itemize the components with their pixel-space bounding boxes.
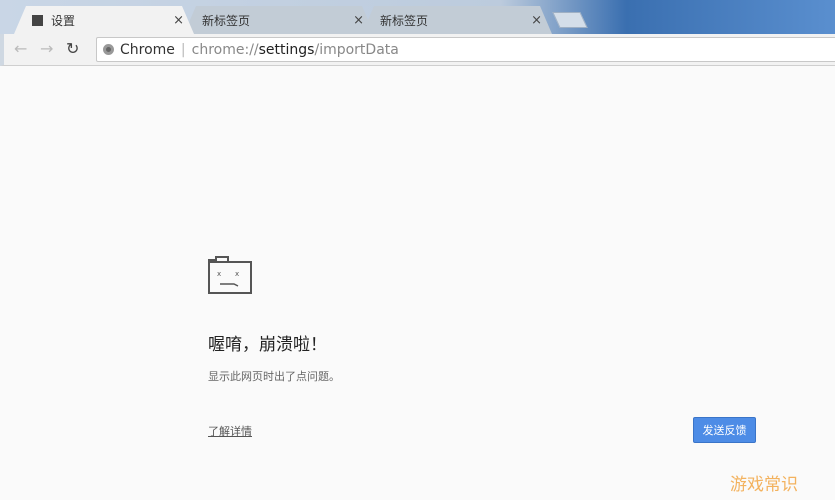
close-icon[interactable]: × bbox=[353, 13, 364, 28]
settings-page-icon bbox=[32, 15, 43, 26]
url-host: settings bbox=[258, 41, 315, 58]
close-icon[interactable]: × bbox=[173, 13, 184, 28]
sad-folder-icon: xx bbox=[208, 254, 254, 298]
forward-arrow-icon[interactable]: → bbox=[40, 39, 53, 58]
close-icon[interactable]: × bbox=[531, 13, 542, 28]
back-arrow-icon[interactable]: ← bbox=[14, 39, 27, 58]
url-path: /importData bbox=[314, 41, 399, 58]
watermark: 游戏常识 bbox=[730, 475, 798, 495]
tab-new-tab-1[interactable]: 新标签页 × bbox=[184, 6, 374, 34]
svg-text:x: x bbox=[235, 270, 239, 278]
toolbar: ← → ↻ Chrome | chrome://settings/importD… bbox=[0, 34, 835, 66]
error-description: 显示此网页时出了点问题。 bbox=[208, 370, 340, 383]
error-title: 喔唷，崩溃啦！ bbox=[208, 335, 327, 355]
divider: | bbox=[180, 41, 186, 58]
tab-new-tab-2[interactable]: 新标签页 × bbox=[362, 6, 552, 34]
address-bar[interactable]: Chrome | chrome://settings/importData bbox=[96, 37, 835, 62]
url-scheme: chrome:// bbox=[191, 41, 259, 58]
tab-title: 设置 bbox=[51, 13, 76, 28]
send-feedback-button[interactable]: 发送反馈 bbox=[693, 417, 756, 443]
svg-text:x: x bbox=[217, 270, 221, 278]
chrome-icon bbox=[103, 44, 114, 55]
tab-settings[interactable]: 设置 × bbox=[14, 6, 194, 34]
learn-more-link[interactable]: 了解详情 bbox=[208, 423, 252, 439]
tab-title: 新标签页 bbox=[202, 13, 251, 28]
scheme-chip: Chrome bbox=[120, 41, 175, 58]
reload-icon[interactable]: ↻ bbox=[66, 39, 79, 58]
tab-title: 新标签页 bbox=[380, 13, 429, 28]
